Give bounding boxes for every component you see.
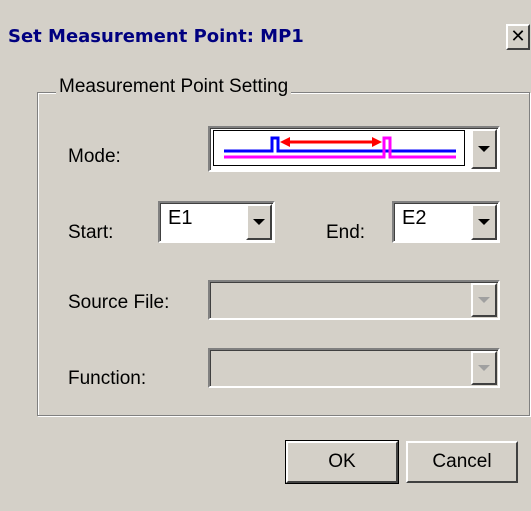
function-dropdown-button[interactable] — [471, 351, 497, 385]
source-file-dropdown-button[interactable] — [471, 283, 497, 317]
chevron-down-icon — [478, 146, 490, 152]
close-icon: ✕ — [510, 26, 526, 47]
pulse-interval-waveform-icon — [224, 136, 456, 159]
cancel-button[interactable]: Cancel — [406, 441, 518, 483]
mode-selected-item — [213, 130, 465, 166]
mode-select[interactable] — [208, 126, 500, 172]
start-value: E1 — [168, 207, 193, 229]
chevron-down-icon — [253, 219, 265, 225]
chevron-down-icon — [478, 297, 490, 303]
function-select[interactable] — [208, 348, 500, 388]
end-value: E2 — [402, 207, 427, 229]
chevron-down-icon — [478, 219, 490, 225]
start-select[interactable]: E1 — [158, 201, 275, 243]
start-dropdown-button[interactable] — [246, 204, 272, 240]
source-file-label: Source File: — [68, 292, 170, 313]
mode-dropdown-button[interactable] — [471, 129, 497, 169]
source-file-select[interactable] — [208, 280, 500, 320]
start-label: Start: — [68, 222, 114, 243]
window-title: Set Measurement Point: MP1 — [8, 26, 304, 47]
title-bar: Set Measurement Point: MP1 ✕ — [0, 6, 531, 58]
chevron-down-icon — [478, 365, 490, 371]
end-select[interactable]: E2 — [392, 201, 500, 243]
set-measurement-point-dialog: Set Measurement Point: MP1 ✕ Measurement… — [0, 0, 531, 511]
end-label: End: — [326, 222, 366, 243]
mode-label: Mode: — [68, 146, 121, 167]
end-dropdown-button[interactable] — [471, 204, 497, 240]
function-label: Function: — [68, 368, 147, 389]
group-label: Measurement Point Setting — [56, 76, 292, 98]
ok-button[interactable]: OK — [285, 440, 399, 484]
close-button[interactable]: ✕ — [506, 24, 530, 50]
